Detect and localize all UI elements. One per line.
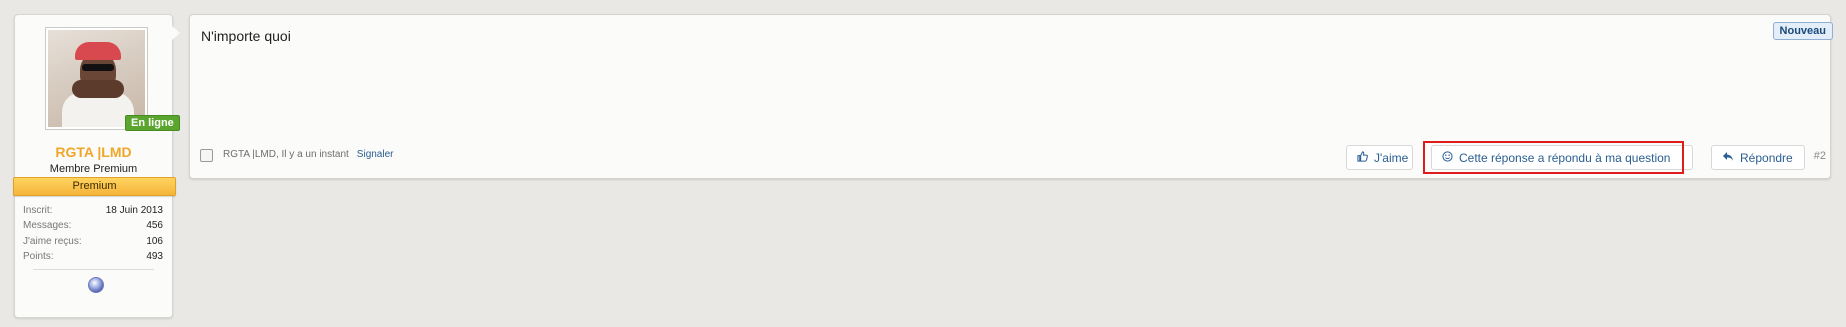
stat-label: J'aime reçus: — [23, 235, 82, 247]
stat-joined: Inscrit: 18 Juin 2013 — [23, 203, 163, 218]
new-badge: Nouveau — [1772, 22, 1833, 40]
card-pointer — [171, 25, 180, 41]
answered-label: Cette réponse a répondu à ma question — [1459, 150, 1671, 165]
divider — [33, 269, 154, 270]
message-footer: RGTA |LMD, Il y a un instant Signaler J'a… — [200, 141, 1826, 174]
like-label: J'aime — [1374, 150, 1409, 165]
smiley-icon — [1442, 150, 1453, 165]
user-card: En ligne RGTA |LMD Membre Premium Premiu… — [13, 14, 180, 318]
stat-label: Inscrit: — [23, 205, 53, 216]
reply-label: Répondre — [1740, 150, 1793, 165]
avatar-image — [48, 30, 145, 127]
trophy-icon[interactable] — [88, 277, 104, 293]
stat-value: 18 Juin 2013 — [105, 205, 163, 216]
stat-value: 106 — [146, 235, 163, 247]
author-time[interactable]: RGTA |LMD, Il y a un instant — [223, 149, 349, 160]
answered-question-button[interactable]: Cette réponse a répondu à ma question — [1431, 145, 1693, 170]
stat-messages: Messages: 456 — [23, 218, 163, 233]
select-checkbox[interactable] — [200, 149, 213, 162]
like-button[interactable]: J'aime — [1346, 145, 1413, 170]
stat-points: Points: 493 — [23, 249, 163, 264]
message-meta: RGTA |LMD, Il y a un instant Signaler — [223, 149, 394, 160]
stat-label: Points: — [23, 250, 54, 262]
message-post: N'importe quoi Nouveau RGTA |LMD, Il y a… — [189, 14, 1833, 179]
message-text: N'importe quoi — [201, 28, 291, 44]
stat-value[interactable]: 493 — [146, 249, 163, 264]
stat-label: Messages: — [23, 220, 72, 232]
reply-arrow-icon — [1722, 151, 1734, 165]
username[interactable]: RGTA |LMD — [15, 144, 172, 160]
stat-value[interactable]: 456 — [146, 218, 163, 233]
thumbs-up-icon — [1357, 150, 1368, 165]
user-title: Membre Premium — [49, 163, 138, 175]
reply-button[interactable]: Répondre — [1711, 145, 1805, 170]
user-stats: Inscrit: 18 Juin 2013 Messages: 456 J'ai… — [23, 203, 163, 264]
online-status-badge: En ligne — [125, 115, 180, 131]
post-number[interactable]: #2 — [1814, 150, 1826, 162]
premium-banner: Premium — [13, 177, 176, 196]
report-link[interactable]: Signaler — [357, 149, 394, 160]
stat-likes: J'aime reçus: 106 — [23, 234, 163, 249]
